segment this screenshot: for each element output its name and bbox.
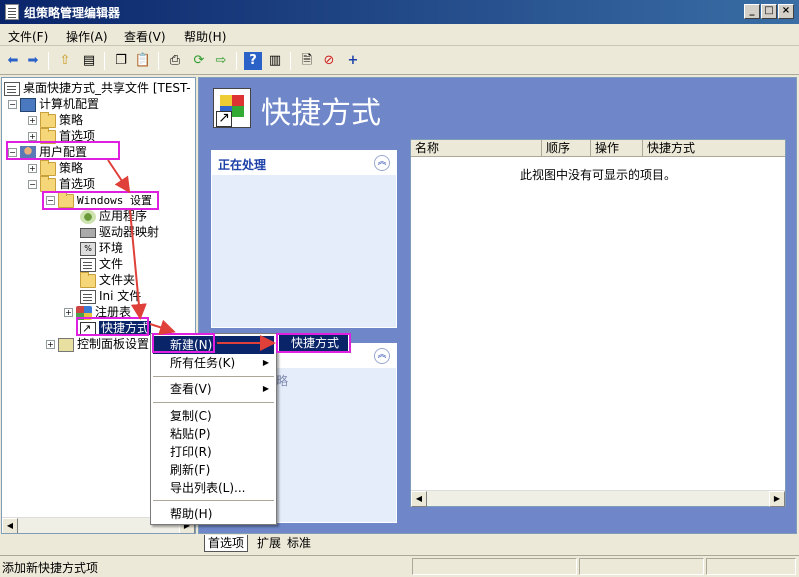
ini-file-icon xyxy=(80,289,96,304)
status-text: 添加新快捷方式项 xyxy=(2,561,99,575)
menu-item-help[interactable]: 帮助(H) xyxy=(153,505,274,523)
submenu-arrow-icon: ▶ xyxy=(262,358,269,367)
menu-item-print[interactable]: 打印(R) xyxy=(153,443,274,461)
paste-icon[interactable]: 📋 xyxy=(134,52,152,70)
highlight-shortcut-submenu xyxy=(276,333,351,353)
export-icon[interactable]: ⇨ xyxy=(212,52,230,70)
tree-policies-computer[interactable]: + 策略 xyxy=(28,111,83,128)
task-panel-processing: 正在处理 ︽ xyxy=(211,150,397,328)
maximize-button[interactable]: □ xyxy=(761,4,777,19)
tree-computer-config[interactable]: − 计算机配置 xyxy=(8,96,99,112)
computer-icon xyxy=(20,97,36,112)
tree-folders[interactable]: 文件夹 xyxy=(80,271,135,288)
chevron-up-icon[interactable]: ︽ xyxy=(374,155,390,171)
page-title: 快捷方式 xyxy=(261,96,381,131)
expand-icon[interactable]: + xyxy=(28,164,37,173)
tree-ini-files[interactable]: Ini 文件 xyxy=(80,288,141,304)
listview-header: 名称 顺序 操作 快捷方式 xyxy=(411,140,785,157)
tree-control-panel[interactable]: + 控制面板设置 xyxy=(46,336,149,352)
menu-help[interactable]: 帮助(H) xyxy=(184,28,226,45)
view-tabs: 首选项 扩展 标准 xyxy=(198,535,797,553)
menu-item-view[interactable]: 查看(V) ▶ xyxy=(153,380,274,398)
properties-icon[interactable]: 🗎 xyxy=(298,52,316,70)
task-panel-hint: 略 xyxy=(276,374,289,388)
expand-icon[interactable]: + xyxy=(46,340,55,349)
shortcut-header-icon xyxy=(213,88,251,128)
refresh-icon[interactable]: ⟳ xyxy=(190,52,208,70)
stop-icon[interactable]: ⊘ xyxy=(320,52,338,70)
highlight-windows-settings xyxy=(42,191,159,210)
task-panel-title: 正在处理 xyxy=(212,151,396,175)
context-menu: 新建(N) ▶ 所有任务(K) ▶ 查看(V) ▶ 复制(C) 粘贴(P) 打印(R)… xyxy=(150,333,277,525)
details-pane: 快捷方式 正在处理 ︽ ︽ 略 名称 顺序 操作 快捷方式 此视图中没有可显示的… xyxy=(198,77,797,534)
expand-icon[interactable]: + xyxy=(28,116,37,125)
app-icon xyxy=(5,4,19,20)
menu-item-export[interactable]: 导出列表(L)... xyxy=(153,479,274,497)
environment-icon: % xyxy=(80,241,96,256)
menu-bar: 文件(F) 操作(A) 查看(V) 帮助(H) xyxy=(0,24,799,46)
menu-item-refresh[interactable]: 刷新(F) xyxy=(153,461,274,479)
close-button[interactable]: × xyxy=(778,4,794,19)
highlight-user-config xyxy=(6,141,120,160)
menu-item-all-tasks[interactable]: 所有任务(K) ▶ xyxy=(153,354,274,372)
scroll-left-icon[interactable]: ◀ xyxy=(411,491,427,507)
title-bar: 组策略管理编辑器 _ □ × xyxy=(0,0,799,24)
tree-policies-user[interactable]: + 策略 xyxy=(28,159,83,176)
drive-icon xyxy=(80,227,96,238)
highlight-new xyxy=(152,333,215,353)
menu-view[interactable]: 查看(V) xyxy=(124,28,166,45)
column-shortcut[interactable]: 快捷方式 xyxy=(643,140,785,157)
listview-horizontal-scrollbar[interactable]: ◀ ▶ xyxy=(411,490,785,507)
chevron-up-icon[interactable]: ︽ xyxy=(374,348,390,364)
expand-icon[interactable]: + xyxy=(64,308,73,317)
window-title: 组策略管理编辑器 xyxy=(24,6,121,20)
submenu-arrow-icon: ▶ xyxy=(262,384,269,393)
add-icon[interactable]: + xyxy=(344,52,362,70)
folder-icon xyxy=(40,111,56,128)
menu-item-paste[interactable]: 粘贴(P) xyxy=(153,425,274,443)
tree-root[interactable]: 桌面快捷方式_共享文件 [TEST- xyxy=(4,80,191,96)
items-listview[interactable]: 名称 顺序 操作 快捷方式 此视图中没有可显示的项目。 ◀ ▶ xyxy=(410,139,786,507)
toolbar: ⬅ ➡ ⇧ ▤ ❐ 📋 ⎙ ⟳ ⇨ ? ▥ 🗎 ⊘ + xyxy=(0,47,799,75)
column-action[interactable]: 操作 xyxy=(591,140,643,157)
print-icon[interactable]: ⎙ xyxy=(166,52,184,70)
forward-icon[interactable]: ➡ xyxy=(24,52,42,70)
tree-environment[interactable]: % 环境 xyxy=(80,240,123,256)
tree-preferences-user[interactable]: − 首选项 xyxy=(28,175,95,192)
application-icon xyxy=(80,209,96,224)
help-icon[interactable]: ? xyxy=(244,52,262,70)
tree-applications[interactable]: 应用程序 xyxy=(80,208,147,224)
minimize-button[interactable]: _ xyxy=(744,4,760,19)
tree-drive-maps[interactable]: 驱动器映射 xyxy=(80,224,159,240)
menu-action[interactable]: 操作(A) xyxy=(66,28,108,45)
gpo-icon xyxy=(4,81,20,96)
highlight-shortcuts xyxy=(76,317,149,336)
menu-item-copy[interactable]: 复制(C) xyxy=(153,407,274,425)
show-hide-action-pane-icon[interactable]: ▥ xyxy=(266,52,284,70)
folder-icon xyxy=(80,271,96,288)
submenu-arrow-icon: ▶ xyxy=(262,340,269,349)
file-icon xyxy=(80,257,96,272)
copy-icon[interactable]: ❐ xyxy=(112,52,130,70)
folder-icon xyxy=(40,159,56,176)
back-icon[interactable]: ⬅ xyxy=(4,52,22,70)
tab-extended[interactable]: 扩展 xyxy=(254,535,284,552)
status-bar: 添加新快捷方式项 xyxy=(0,555,799,577)
tree-files[interactable]: 文件 xyxy=(80,256,123,272)
folder-icon xyxy=(40,175,56,192)
column-order[interactable]: 顺序 xyxy=(542,140,591,157)
scroll-left-icon[interactable]: ◀ xyxy=(2,518,18,533)
column-name[interactable]: 名称 xyxy=(411,140,542,157)
tab-preferences[interactable]: 首选项 xyxy=(204,535,249,552)
collapse-icon[interactable]: − xyxy=(28,180,37,189)
collapse-icon[interactable]: − xyxy=(8,100,17,109)
up-folder-icon[interactable]: ⇧ xyxy=(56,52,74,70)
control-panel-icon xyxy=(58,337,74,352)
tab-standard[interactable]: 标准 xyxy=(284,535,314,552)
empty-message: 此视图中没有可显示的项目。 xyxy=(519,168,676,182)
scroll-right-icon[interactable]: ▶ xyxy=(769,491,785,507)
menu-file[interactable]: 文件(F) xyxy=(8,28,48,45)
expand-icon[interactable]: + xyxy=(28,132,37,141)
show-hide-tree-icon[interactable]: ▤ xyxy=(80,52,98,70)
